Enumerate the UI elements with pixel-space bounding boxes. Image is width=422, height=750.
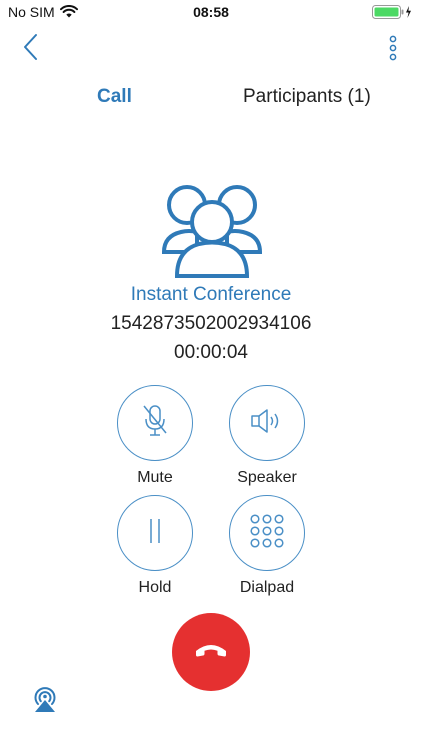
speaker-icon <box>249 406 285 441</box>
more-options-icon[interactable] <box>386 34 400 62</box>
speaker-label: Speaker <box>237 469 297 486</box>
conference-name: Instant Conference <box>130 284 292 305</box>
dialpad-icon <box>249 513 285 554</box>
tab-participants[interactable]: Participants (1) <box>243 86 371 108</box>
dialpad-button[interactable]: Dialpad <box>227 495 307 597</box>
phone-hangup-icon <box>193 641 229 664</box>
call-timer: 00:00:04 <box>174 342 248 363</box>
status-bar: No SIM 08:58 <box>0 0 422 24</box>
airplay-icon[interactable] <box>30 684 60 714</box>
hangup-button[interactable] <box>172 613 250 691</box>
dialpad-button-circle[interactable] <box>229 495 305 571</box>
mute-label: Mute <box>137 469 173 486</box>
speaker-button[interactable]: Speaker <box>227 385 307 487</box>
back-chevron-icon[interactable] <box>20 32 46 62</box>
mute-button-circle[interactable] <box>117 385 193 461</box>
tab-call[interactable]: Call <box>97 86 132 108</box>
conference-number: 1542873502002934106 <box>110 313 312 334</box>
group-icon <box>159 180 265 280</box>
dialpad-label: Dialpad <box>239 579 295 596</box>
hold-button-circle[interactable] <box>117 495 193 571</box>
battery-icon <box>372 5 414 24</box>
hold-button[interactable]: Hold <box>115 495 195 597</box>
speaker-button-circle[interactable] <box>229 385 305 461</box>
mute-button[interactable]: Mute <box>115 385 195 487</box>
call-screen: No SIM 08:58 Call Participants (1) Insta… <box>0 0 422 750</box>
microphone-muted-icon <box>140 403 170 444</box>
status-time: 08:58 <box>193 4 229 20</box>
hold-label: Hold <box>138 579 172 596</box>
pause-icon <box>145 516 165 551</box>
